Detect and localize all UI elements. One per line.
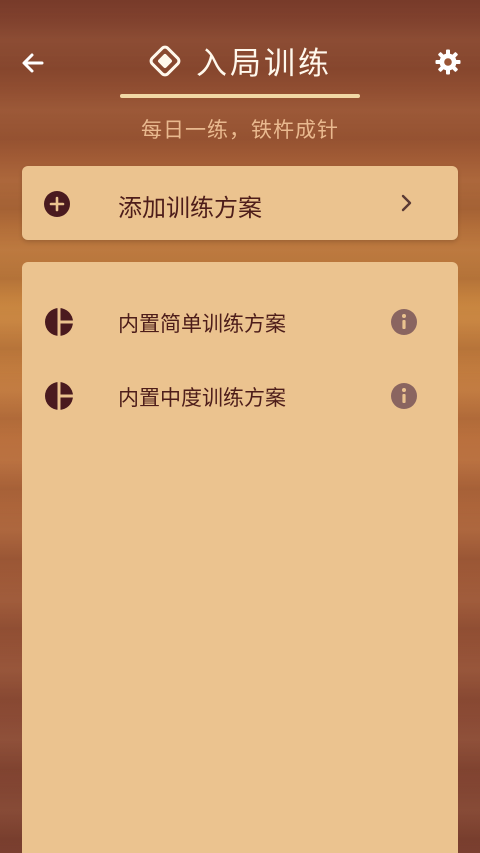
info-icon[interactable] [390,382,418,410]
plan-list: 内置简单训练方案 内置中度训练方案 [22,262,458,853]
pie-icon [45,308,73,336]
plan-label: 内置简单训练方案 [118,312,286,336]
gear-icon [435,49,461,75]
plan-item-simple[interactable]: 内置简单训练方案 [22,292,458,352]
plan-label: 内置中度训练方案 [118,386,286,410]
title-underline [120,94,360,98]
info-icon[interactable] [390,308,418,336]
page-title-group: 入局训练 [0,38,480,83]
plus-circle-icon [44,191,70,217]
add-plan-button[interactable]: 添加训练方案 [22,166,458,240]
chevron-right-icon [401,194,412,212]
pie-icon [45,382,73,410]
add-plan-label: 添加训练方案 [118,194,262,222]
page-title: 入局训练 [196,46,332,82]
plan-item-medium[interactable]: 内置中度训练方案 [22,366,458,426]
diamond-icon [149,45,181,76]
header: 入局训练 每日一练，铁杵成针 [0,0,480,160]
settings-button[interactable] [430,44,466,80]
page-subtitle: 每日一练，铁杵成针 [141,118,339,142]
